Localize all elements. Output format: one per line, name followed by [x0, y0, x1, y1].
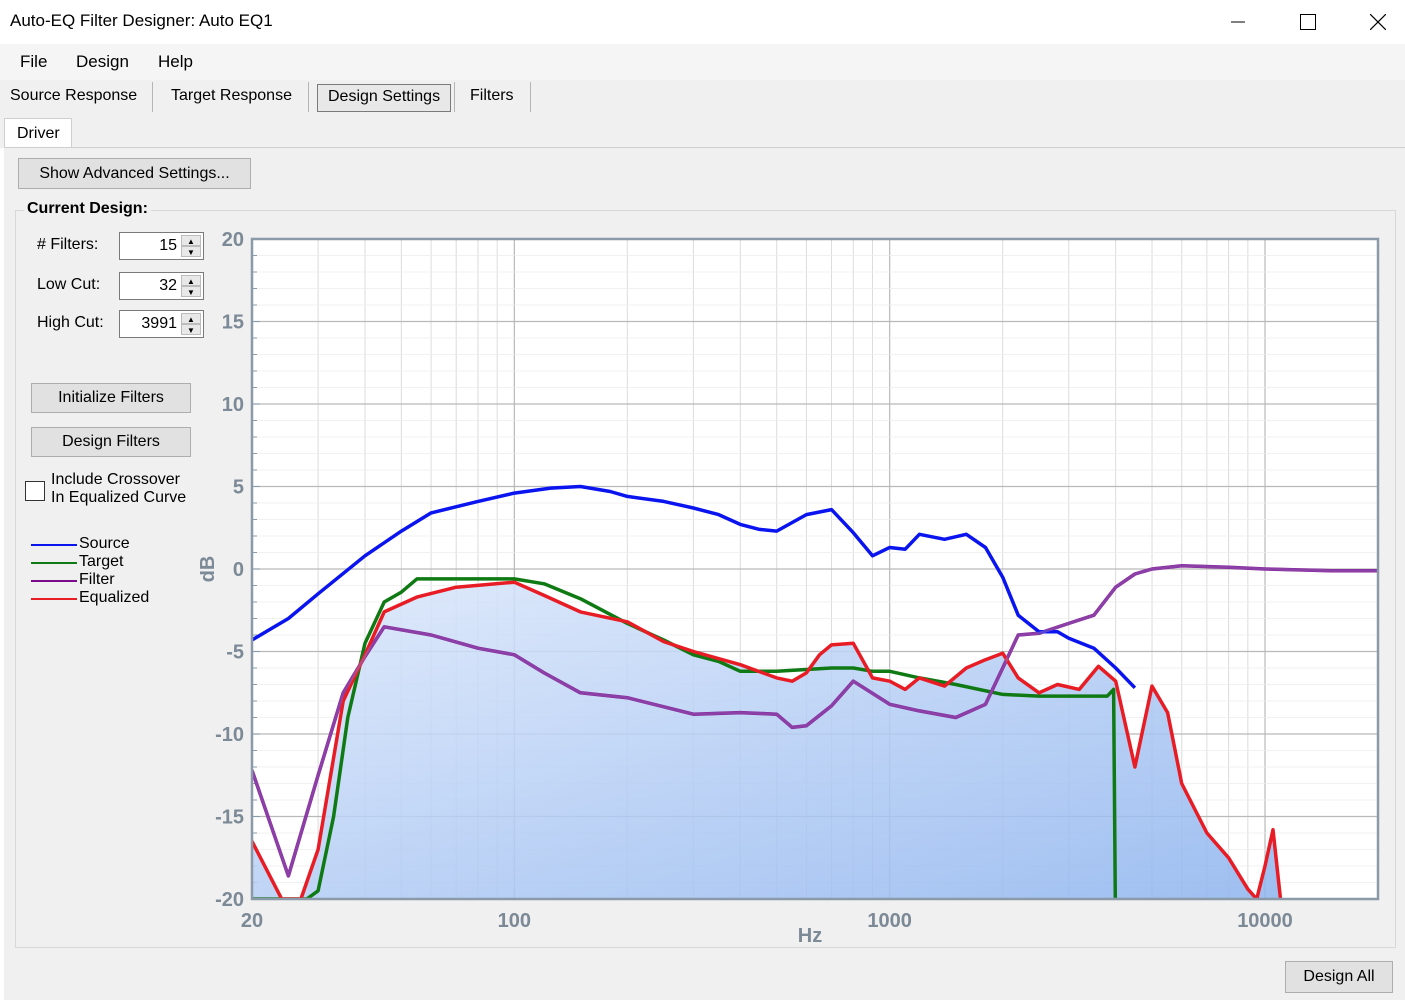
- legend-equalized-label: Equalized: [79, 589, 150, 606]
- y-tick-label: -5: [226, 642, 244, 664]
- filters-count-value: 15: [159, 237, 177, 254]
- legend-source-label: Source: [79, 535, 130, 552]
- y-axis-label: dB: [200, 556, 219, 583]
- source-response-button[interactable]: Source Response: [10, 84, 137, 112]
- menu-bar: File Design Help: [0, 44, 1405, 80]
- maximize-button[interactable]: [1285, 0, 1331, 44]
- x-tick-label: 100: [498, 910, 531, 932]
- include-crossover-checkbox[interactable]: [25, 481, 45, 501]
- spin-up-icon[interactable]: ▲: [181, 275, 201, 286]
- minimize-icon: [1231, 21, 1245, 23]
- toolbar-separator: [308, 82, 309, 112]
- design-filters-button[interactable]: Design Filters: [31, 427, 191, 457]
- x-tick-label: 20: [241, 910, 263, 932]
- design-all-label: Design All: [1303, 968, 1375, 985]
- y-tick-label: 0: [233, 559, 244, 581]
- design-settings-button[interactable]: Design Settings: [317, 84, 452, 112]
- include-crossover-line1: Include Crossover: [51, 471, 180, 488]
- minimize-button[interactable]: [1215, 0, 1261, 44]
- spin-down-icon[interactable]: ▼: [181, 286, 201, 297]
- design-all-button[interactable]: Design All: [1285, 961, 1393, 993]
- legend-target-label: Target: [79, 553, 124, 570]
- tab-strip: Driver: [0, 114, 1405, 150]
- design-filters-label: Design Filters: [62, 433, 160, 450]
- spin-up-icon[interactable]: ▲: [181, 313, 201, 324]
- target-response-button[interactable]: Target Response: [171, 84, 292, 112]
- low-cut-value: 32: [159, 277, 177, 294]
- spin-down-icon[interactable]: ▼: [181, 246, 201, 257]
- high-cut-value: 3991: [141, 315, 177, 332]
- filters-button[interactable]: Filters: [470, 84, 514, 112]
- filters-count-spinner[interactable]: 15 ▲ ▼: [119, 232, 204, 260]
- close-button[interactable]: [1355, 0, 1401, 44]
- initialize-filters-button[interactable]: Initialize Filters: [31, 383, 191, 413]
- current-design-label: Current Design:: [24, 200, 151, 218]
- show-advanced-settings-label: Show Advanced Settings...: [39, 164, 230, 182]
- title-bar: Auto-EQ Filter Designer: Auto EQ1: [0, 0, 1405, 44]
- include-crossover-label[interactable]: Include Crossover In Equalized Curve: [51, 471, 186, 507]
- x-tick-label: 10000: [1237, 910, 1293, 932]
- toolbar: Source Response Target Response Design S…: [0, 80, 1405, 114]
- frequency-response-chart: 20151050-5-10-15-2020 100 1000 10000HzdB: [200, 229, 1380, 947]
- legend-filter-label: Filter: [79, 571, 115, 588]
- y-tick-label: 5: [233, 477, 244, 499]
- low-cut-spinner[interactable]: 32 ▲ ▼: [119, 272, 204, 300]
- x-axis-label: Hz: [798, 925, 822, 947]
- legend-filter-swatch: [31, 580, 77, 582]
- y-tick-label: 10: [222, 394, 244, 416]
- spin-down-icon[interactable]: ▼: [181, 324, 201, 335]
- legend-target-swatch: [31, 562, 77, 564]
- legend-equalized-swatch: [31, 598, 77, 600]
- tab-driver[interactable]: Driver: [4, 118, 72, 150]
- y-tick-label: -15: [215, 807, 244, 829]
- include-crossover-line2: In Equalized Curve: [51, 489, 187, 506]
- toolbar-separator: [152, 82, 153, 112]
- menu-help[interactable]: Help: [158, 52, 193, 72]
- menu-file[interactable]: File: [20, 52, 47, 72]
- high-cut-label: High Cut:: [37, 314, 104, 331]
- x-tick-label: 1000: [867, 910, 912, 932]
- initialize-filters-label: Initialize Filters: [58, 389, 164, 406]
- low-cut-label: Low Cut:: [37, 276, 101, 293]
- y-tick-label: -10: [215, 724, 244, 746]
- filters-count-label: # Filters:: [37, 236, 99, 253]
- maximize-icon: [1300, 14, 1316, 30]
- window-title: Auto-EQ Filter Designer: Auto EQ1: [10, 11, 273, 30]
- y-tick-label: -20: [215, 889, 244, 911]
- tab-driver-label: Driver: [17, 125, 60, 142]
- menu-design[interactable]: Design: [76, 52, 129, 72]
- y-tick-label: 20: [222, 229, 244, 251]
- y-tick-label: 15: [222, 312, 244, 334]
- toolbar-separator: [454, 82, 455, 112]
- high-cut-spinner[interactable]: 3991 ▲ ▼: [119, 310, 204, 338]
- close-icon: [1370, 14, 1386, 30]
- toolbar-separator: [530, 82, 531, 112]
- show-advanced-settings-button[interactable]: Show Advanced Settings...: [18, 158, 251, 189]
- spin-up-icon[interactable]: ▲: [181, 235, 201, 246]
- legend-source-swatch: [31, 544, 77, 546]
